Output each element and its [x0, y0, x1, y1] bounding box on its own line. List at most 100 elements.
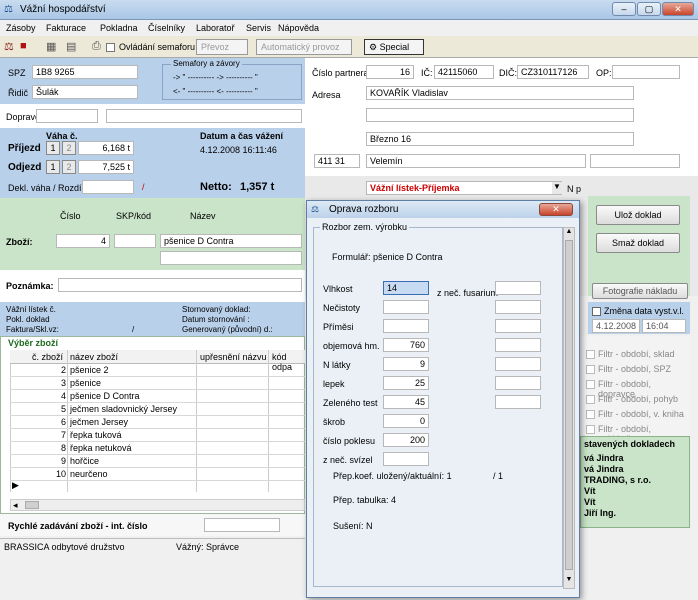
- odjezd-scale-2-button[interactable]: 2: [62, 160, 76, 174]
- foto-nakladu-button[interactable]: Fotografie nákladu: [592, 283, 688, 299]
- recent-doc-item[interactable]: TRADING, s r.o.: [584, 475, 651, 485]
- col-nazev-header[interactable]: název zboží: [70, 352, 118, 362]
- filter-checkbox[interactable]: [586, 410, 595, 419]
- truck-icon[interactable]: ■: [20, 40, 27, 52]
- zmena-time-field[interactable]: 16:04: [642, 319, 686, 333]
- odjezd-scale-1-button[interactable]: 1: [46, 160, 60, 174]
- dopravce-name-field[interactable]: [106, 109, 302, 123]
- recent-doc-item[interactable]: vá Jindra: [584, 453, 624, 463]
- adresa-line2-field[interactable]: [366, 108, 634, 122]
- filter-option[interactable]: Filtr - období, pohyb: [586, 393, 686, 407]
- dialog-vscrollbar[interactable]: ▲ ▼: [563, 227, 575, 589]
- dekl-field[interactable]: [82, 180, 134, 194]
- zbozi-skp-field[interactable]: [114, 234, 156, 248]
- auto-provoz-button[interactable]: Automatický provoz: [256, 39, 352, 55]
- recent-doc-item[interactable]: Vít: [584, 497, 596, 507]
- rozbor-field-input[interactable]: [383, 452, 429, 466]
- filter-checkbox[interactable]: [586, 365, 595, 374]
- filter-checkbox[interactable]: [586, 395, 595, 404]
- menu-zasoby[interactable]: Zásoby: [6, 23, 36, 33]
- ic-field[interactable]: 42115060: [434, 65, 494, 79]
- vyber-hscroll-thumb[interactable]: [25, 501, 39, 509]
- rozbor-field-input[interactable]: 25: [383, 376, 429, 390]
- zmena-date-field[interactable]: 4.12.2008: [592, 319, 640, 333]
- rozbor-field-input[interactable]: 760: [383, 338, 429, 352]
- zbozi-nazev2-field[interactable]: [160, 251, 302, 265]
- dialog-close-button[interactable]: ✕: [539, 203, 573, 216]
- poznamka-field[interactable]: [58, 278, 302, 292]
- psc-field[interactable]: 411 31: [314, 154, 360, 168]
- recent-doc-item[interactable]: vá Jindra: [584, 464, 624, 474]
- uloz-doklad-button[interactable]: Ulož doklad: [596, 205, 680, 225]
- table-row[interactable]: 3 pšenice: [10, 377, 305, 390]
- scale-icon[interactable]: ⚖: [4, 40, 14, 53]
- semafor-checkbox[interactable]: [106, 43, 115, 52]
- filter-checkbox[interactable]: [586, 350, 595, 359]
- maximize-button[interactable]: ▢: [637, 2, 661, 16]
- rozbor-field-input[interactable]: 0: [383, 414, 429, 428]
- document-icon[interactable]: ▤: [66, 40, 76, 53]
- col-upresneni-header[interactable]: upřesnění názvu: [200, 352, 267, 362]
- filter-option[interactable]: Filtr - období, v. kniha: [586, 408, 686, 422]
- menu-fakturace[interactable]: Fakturace: [46, 23, 86, 33]
- rozbor-field-input[interactable]: 14: [383, 281, 429, 295]
- menu-servis[interactable]: Servis: [246, 23, 271, 33]
- op-field[interactable]: [612, 65, 680, 79]
- table-row[interactable]: 9 hořčice: [10, 455, 305, 468]
- zbozi-cislo-field[interactable]: 4: [56, 234, 110, 248]
- zbozi-nazev-field[interactable]: pšenice D Contra: [160, 234, 302, 248]
- minimize-button[interactable]: –: [612, 2, 636, 16]
- rozbor-right-input[interactable]: [495, 357, 541, 371]
- doc-type-select[interactable]: Vážní lístek-Příjemka: [366, 181, 562, 195]
- zmena-checkbox[interactable]: [592, 307, 601, 316]
- rozbor-field-input[interactable]: [383, 300, 429, 314]
- rychle-field[interactable]: [204, 518, 280, 532]
- filter-checkbox[interactable]: [586, 380, 595, 389]
- rozbor-right-input[interactable]: [495, 281, 541, 295]
- col-cislo-header[interactable]: č. zboží: [32, 352, 63, 362]
- menu-pokladna[interactable]: Pokladna: [100, 23, 138, 33]
- filter-option[interactable]: Filtr - období, SPZ: [586, 363, 686, 377]
- rozbor-right-input[interactable]: [495, 300, 541, 314]
- prijezd-scale-2-button[interactable]: 2: [62, 141, 76, 155]
- rozbor-right-input[interactable]: [495, 395, 541, 409]
- close-button[interactable]: ✕: [662, 2, 694, 16]
- scroll-left-icon[interactable]: ◂: [13, 500, 18, 511]
- rozbor-field-input[interactable]: 45: [383, 395, 429, 409]
- menu-ciselniky[interactable]: Číselníky: [148, 23, 185, 33]
- table-row[interactable]: 8 řepka netuková: [10, 442, 305, 455]
- spz-field[interactable]: 1B8 9265: [32, 65, 138, 79]
- printer-icon[interactable]: ⎙: [92, 40, 101, 53]
- smaz-doklad-button[interactable]: Smaž doklad: [596, 233, 680, 253]
- filter-checkbox[interactable]: [586, 425, 595, 434]
- ridic-field[interactable]: Šulák: [32, 85, 138, 99]
- filter-option[interactable]: Filtr - období, sklad: [586, 348, 686, 362]
- country-field[interactable]: [590, 154, 680, 168]
- odjezd-weight-field[interactable]: 7,525 t: [78, 160, 134, 174]
- dialog-vscroll-thumb[interactable]: [565, 240, 573, 570]
- doc-type-dropdown-icon[interactable]: ▼: [552, 182, 562, 194]
- table-row[interactable]: 2 pšenice 2: [10, 364, 305, 377]
- filter-option[interactable]: Filtr - období, dopravce: [586, 378, 686, 399]
- rozbor-field-input[interactable]: 9: [383, 357, 429, 371]
- dialog-scroll-up-icon[interactable]: ▲: [564, 228, 574, 238]
- filter-option[interactable]: Filtr - období, pokl.kniha: [586, 423, 686, 444]
- calculator-icon[interactable]: ▦: [46, 40, 56, 53]
- prevoz-button[interactable]: Převoz: [196, 39, 248, 55]
- rozbor-right-input[interactable]: [495, 338, 541, 352]
- street-field[interactable]: Březno 16: [366, 132, 634, 146]
- vyber-hscrollbar[interactable]: ◂: [10, 499, 305, 511]
- adresa-name-field[interactable]: KOVAŘÍK Vladislav: [366, 86, 634, 100]
- dic-field[interactable]: CZ310117126: [517, 65, 589, 79]
- prijezd-weight-field[interactable]: 6,168 t: [78, 141, 134, 155]
- menu-laborator[interactable]: Laboratoř: [196, 23, 235, 33]
- table-row[interactable]: 5 ječmen sladovnický Jersey: [10, 403, 305, 416]
- menu-napoveda[interactable]: Nápověda: [278, 23, 319, 33]
- dialog-scroll-down-icon[interactable]: ▼: [564, 576, 574, 586]
- cislo-partnera-field[interactable]: 16: [366, 65, 414, 79]
- table-row[interactable]: 6 ječmen Jersey: [10, 416, 305, 429]
- table-row[interactable]: 4 pšenice D Contra: [10, 390, 305, 403]
- prijezd-scale-1-button[interactable]: 1: [46, 141, 60, 155]
- special-button[interactable]: ⚙ Special: [364, 39, 424, 55]
- city-field[interactable]: Velemín: [366, 154, 586, 168]
